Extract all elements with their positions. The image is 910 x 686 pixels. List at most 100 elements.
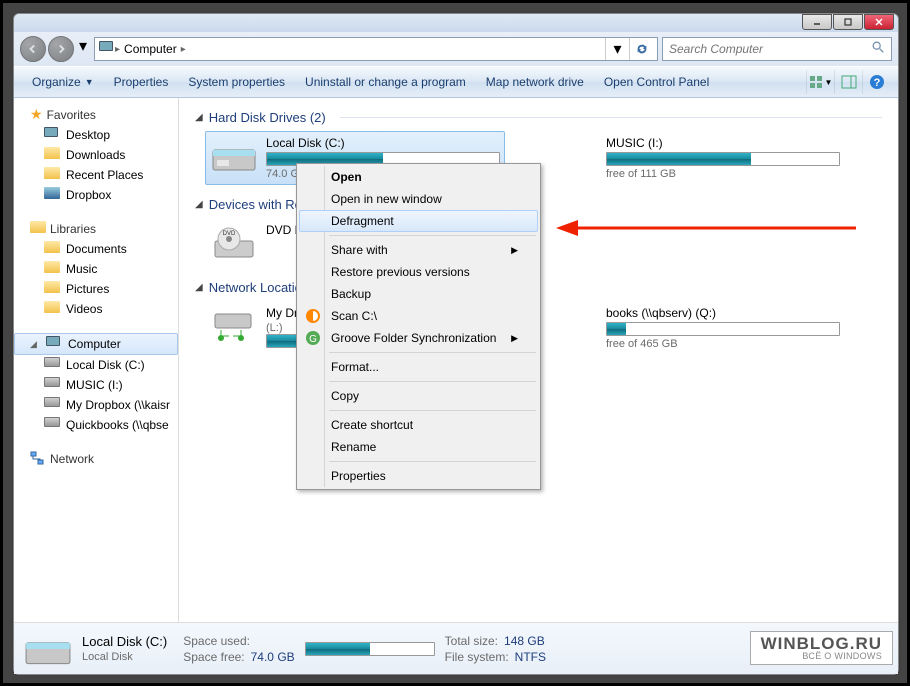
menu-item-label: Rename xyxy=(331,440,376,454)
av-icon xyxy=(305,308,321,324)
watermark: WINBLOG.RU ВСЁ О WINDOWS xyxy=(750,631,893,665)
network-icon xyxy=(30,451,46,467)
details-capacity-bar xyxy=(305,642,435,656)
collapse-icon: ◢ xyxy=(195,282,203,293)
menu-item-groove-folder-synchronization[interactable]: GGroove Folder Synchronization▶ xyxy=(299,327,538,349)
computer-icon xyxy=(99,41,115,57)
nav-dropbox-net[interactable]: My Dropbox (\\kaisr xyxy=(14,395,178,415)
menu-item-label: Copy xyxy=(331,389,359,403)
details-subtitle: Local Disk xyxy=(82,651,167,663)
menu-separator xyxy=(329,410,536,411)
close-button[interactable] xyxy=(864,14,894,30)
collapse-icon: ◢ xyxy=(195,199,203,210)
help-button[interactable]: ? xyxy=(862,70,890,94)
netdrive-icon xyxy=(210,306,258,346)
search-box[interactable] xyxy=(662,37,892,61)
minimize-button[interactable] xyxy=(802,14,832,30)
back-button[interactable] xyxy=(20,36,46,62)
capacity-bar xyxy=(606,152,840,166)
command-bar: Organize ▼ Properties System properties … xyxy=(14,66,898,98)
menu-item-share-with[interactable]: Share with▶ xyxy=(299,239,538,261)
filesystem-value: NTFS xyxy=(515,650,546,664)
total-size-value: 148 GB xyxy=(504,634,545,648)
drive-music-i[interactable]: MUSIC (I:) free of 111 GB xyxy=(545,131,845,185)
menu-item-open-in-new-window[interactable]: Open in new window xyxy=(299,188,538,210)
address-bar[interactable]: ▸ Computer ▸ ▾ xyxy=(94,37,658,61)
drive-name: MUSIC (I:) xyxy=(606,136,840,150)
space-used-label: Space used: xyxy=(183,634,250,648)
nav-music-i[interactable]: MUSIC (I:) xyxy=(14,375,178,395)
menu-separator xyxy=(329,461,536,462)
menu-item-open[interactable]: Open xyxy=(299,166,538,188)
nav-dropbox[interactable]: Dropbox xyxy=(14,185,178,205)
capacity-bar xyxy=(606,322,840,336)
breadcrumb-computer[interactable]: Computer xyxy=(120,42,181,56)
menu-item-label: Scan C:\ xyxy=(331,309,377,323)
menu-item-label: Properties xyxy=(331,469,386,483)
nav-network-header[interactable]: Network xyxy=(14,449,178,469)
menu-item-create-shortcut[interactable]: Create shortcut xyxy=(299,414,538,436)
menu-item-copy[interactable]: Copy xyxy=(299,385,538,407)
nav-downloads[interactable]: Downloads xyxy=(14,145,178,165)
dvd-icon: DVD xyxy=(210,223,258,263)
maximize-button[interactable] xyxy=(833,14,863,30)
tb-map-drive[interactable]: Map network drive xyxy=(476,71,594,93)
menu-item-scan-c[interactable]: Scan C:\ xyxy=(299,305,538,327)
address-row: ▾ ▸ Computer ▸ ▾ xyxy=(14,32,898,66)
hdd-icon xyxy=(24,629,72,669)
search-input[interactable] xyxy=(669,42,871,56)
space-free-value: 74.0 GB xyxy=(251,650,295,664)
drive-quickbooks[interactable]: books (\\qbserv) (Q:) free of 465 GB xyxy=(545,301,845,355)
libraries-icon xyxy=(30,221,46,237)
navigation-pane: ★Favorites Desktop Downloads Recent Plac… xyxy=(14,98,179,622)
address-dropdown-icon[interactable]: ▾ xyxy=(605,38,629,60)
organize-menu[interactable]: Organize ▼ xyxy=(22,71,104,93)
drive-sub: free of 111 GB xyxy=(606,168,840,180)
refresh-button[interactable] xyxy=(629,38,653,60)
nav-local-disk-c[interactable]: Local Disk (C:) xyxy=(14,355,178,375)
nav-computer[interactable]: ◢Computer xyxy=(14,333,178,355)
menu-item-label: Open xyxy=(331,170,362,184)
menu-item-defragment[interactable]: Defragment xyxy=(299,210,538,232)
tb-properties[interactable]: Properties xyxy=(104,71,179,93)
nav-recent[interactable]: Recent Places xyxy=(14,165,178,185)
space-free-label: Space free: xyxy=(183,650,244,664)
computer-icon xyxy=(46,336,62,352)
nav-music[interactable]: Music xyxy=(14,259,178,279)
tb-system-properties[interactable]: System properties xyxy=(178,71,295,93)
desktop-icon xyxy=(44,127,60,143)
group-hdd[interactable]: ◢ Hard Disk Drives (2) xyxy=(195,110,882,125)
menu-separator xyxy=(329,352,536,353)
star-icon: ★ xyxy=(30,106,43,123)
forward-button[interactable] xyxy=(48,36,74,62)
total-size-label: Total size: xyxy=(445,634,498,648)
tb-control-panel[interactable]: Open Control Panel xyxy=(594,71,719,93)
tb-uninstall[interactable]: Uninstall or change a program xyxy=(295,71,476,93)
nav-favorites-header[interactable]: ★Favorites xyxy=(14,104,178,125)
svg-text:DVD: DVD xyxy=(223,231,236,237)
nav-desktop[interactable]: Desktop xyxy=(14,125,178,145)
nav-quickbooks[interactable]: Quickbooks (\\qbse xyxy=(14,415,178,435)
netdrive-icon xyxy=(44,417,60,433)
menu-item-backup[interactable]: Backup xyxy=(299,283,538,305)
downloads-icon xyxy=(44,147,60,163)
nav-videos[interactable]: Videos xyxy=(14,299,178,319)
menu-item-properties[interactable]: Properties xyxy=(299,465,538,487)
menu-item-label: Share with xyxy=(331,243,388,257)
details-title: Local Disk (C:) xyxy=(82,634,167,649)
nav-documents[interactable]: Documents xyxy=(14,239,178,259)
menu-item-rename[interactable]: Rename xyxy=(299,436,538,458)
menu-item-format[interactable]: Format... xyxy=(299,356,538,378)
preview-pane-button[interactable] xyxy=(834,70,862,94)
documents-icon xyxy=(44,241,60,257)
nav-pictures[interactable]: Pictures xyxy=(14,279,178,299)
drive-name: books (\\qbserv) (Q:) xyxy=(606,306,840,320)
nav-libraries-header[interactable]: Libraries xyxy=(14,219,178,239)
view-options-button[interactable]: ▼ xyxy=(806,70,834,94)
svg-text:G: G xyxy=(309,334,317,345)
menu-item-label: Open in new window xyxy=(331,192,442,206)
menu-item-restore-previous-versions[interactable]: Restore previous versions xyxy=(299,261,538,283)
menu-separator xyxy=(329,235,536,236)
drive-name: Local Disk (C:) xyxy=(266,136,500,150)
history-dropdown[interactable]: ▾ xyxy=(76,36,90,56)
